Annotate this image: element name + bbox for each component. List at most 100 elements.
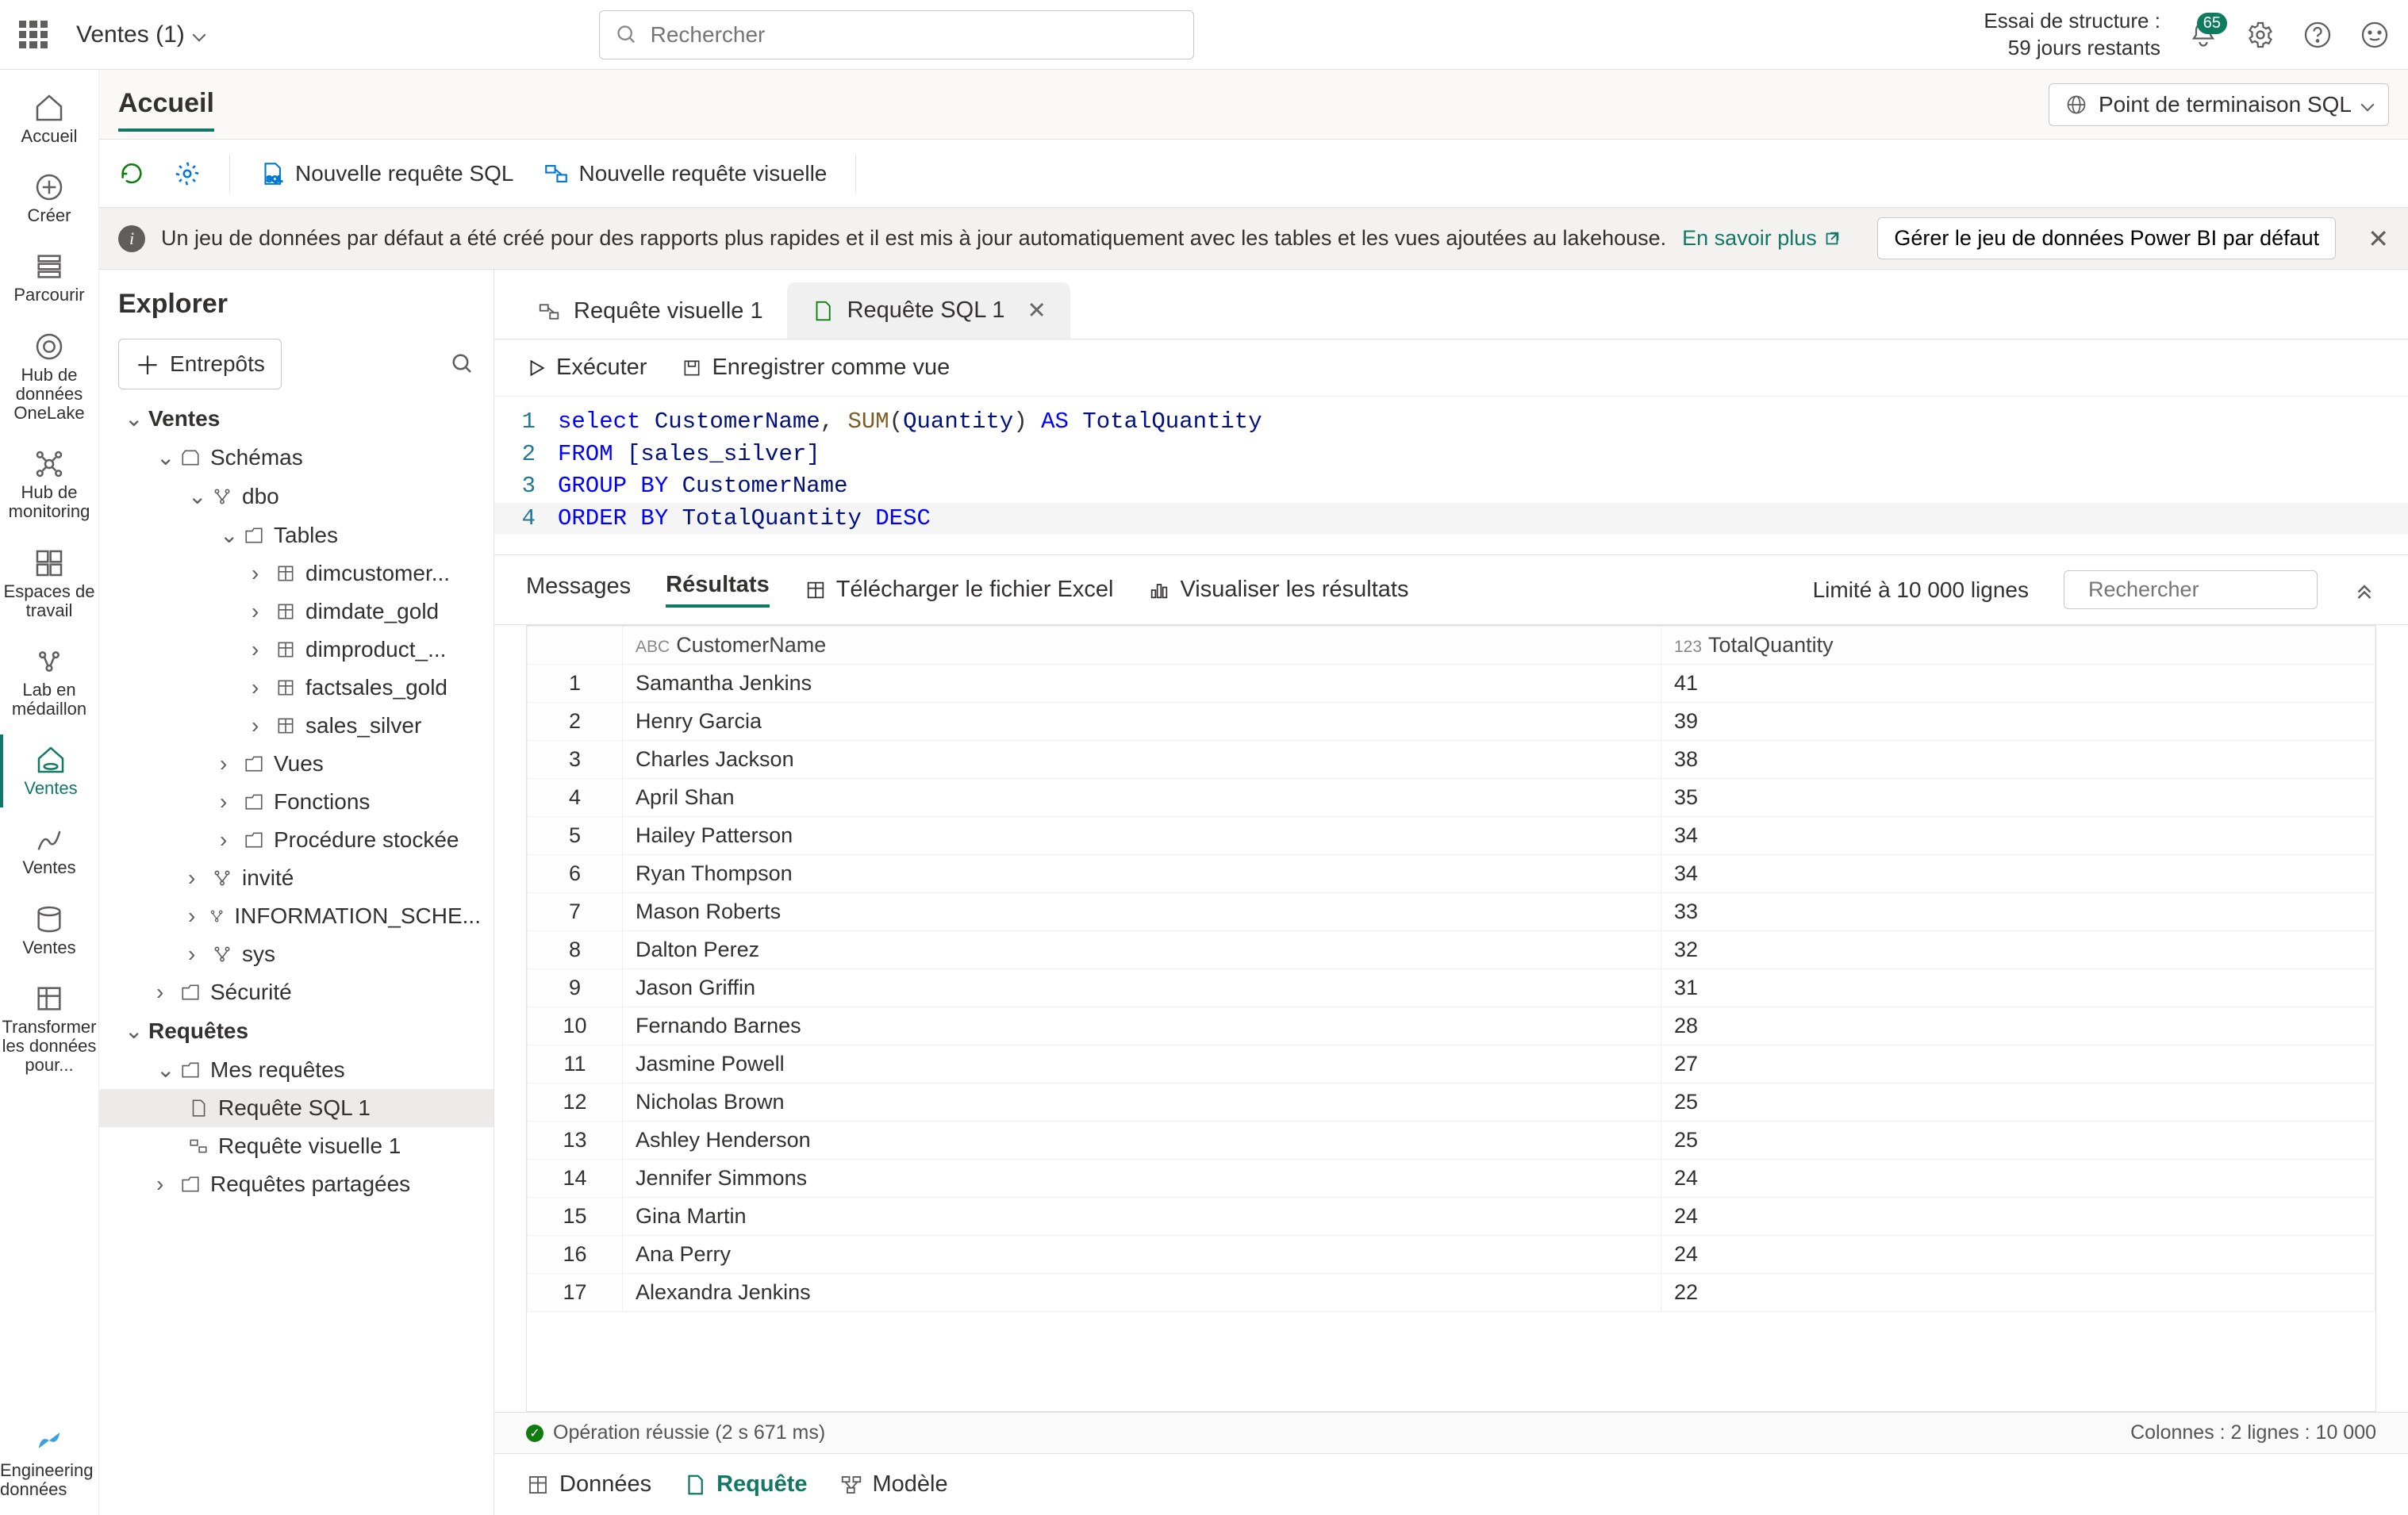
tree-functions[interactable]: ›Fonctions	[99, 783, 494, 821]
nav-home[interactable]: Accueil	[0, 82, 98, 155]
tree-schemas[interactable]: ⌄Schémas	[99, 438, 494, 477]
new-visual-query-button[interactable]: Nouvelle requête visuelle	[543, 160, 828, 187]
table-row[interactable]: 10Fernando Barnes28	[528, 1007, 2375, 1045]
tree-warehouse-ventes[interactable]: ⌄Ventes	[99, 399, 494, 438]
app-launcher-icon[interactable]	[19, 21, 48, 49]
download-excel-button[interactable]: Télécharger le fichier Excel	[805, 577, 1114, 603]
tree-queries[interactable]: ⌄Requêtes	[99, 1011, 494, 1050]
tree-table-dimproduct[interactable]: ›dimproduct_...	[99, 631, 494, 669]
tree-stored-procedures[interactable]: ›Procédure stockée	[99, 821, 494, 859]
table-row[interactable]: 5Hailey Patterson34	[528, 817, 2375, 855]
notifications-button[interactable]: 65	[2189, 21, 2218, 49]
nav-create[interactable]: Créer	[0, 162, 98, 235]
table-row[interactable]: 8Dalton Perez32	[528, 931, 2375, 969]
view-query-tab[interactable]: Requête	[683, 1465, 807, 1504]
dismiss-banner-button[interactable]: ✕	[2368, 224, 2389, 254]
global-search[interactable]	[599, 10, 1194, 59]
expand-results-icon[interactable]	[2352, 578, 2376, 602]
table-row[interactable]: 1Samantha Jenkins41	[528, 665, 2375, 703]
nav-ventes-lakehouse[interactable]: Ventes	[0, 734, 98, 807]
tree-schema-dbo[interactable]: ⌄dbo	[99, 477, 494, 516]
run-button[interactable]: Exécuter	[526, 355, 647, 381]
table-row[interactable]: 15Gina Martin24	[528, 1198, 2375, 1236]
table-row[interactable]: 3Charles Jackson38	[528, 741, 2375, 779]
explorer-search-icon[interactable]	[451, 352, 474, 376]
workspace-dropdown[interactable]: Ventes (1)	[76, 21, 204, 48]
help-button[interactable]	[2303, 21, 2332, 49]
nav-monitoring-hub[interactable]: Hub de monitoring	[0, 439, 98, 531]
nav-ventes-report[interactable]: Ventes	[0, 814, 98, 887]
results-search[interactable]	[2064, 570, 2318, 609]
divider	[229, 155, 230, 193]
table-row[interactable]: 14Jennifer Simmons24	[528, 1160, 2375, 1198]
sql-editor[interactable]: 1select CustomerName, SUM(Quantity) AS T…	[494, 397, 2408, 555]
tree-sql-query-1[interactable]: Requête SQL 1	[99, 1089, 494, 1127]
col-type-abc: ABC	[636, 638, 670, 656]
status-text: Opération réussie (2 s 671 ms)	[553, 1421, 825, 1444]
tab-visual-query-1[interactable]: Requête visuelle 1	[513, 284, 787, 339]
table-row[interactable]: 16Ana Perry24	[528, 1236, 2375, 1274]
table-row[interactable]: 4April Shan35	[528, 779, 2375, 817]
view-data-label: Données	[559, 1471, 651, 1498]
tree-table-dimcustomer[interactable]: ›dimcustomer...	[99, 554, 494, 593]
nav-medallion-lab[interactable]: Lab en médaillon	[0, 636, 98, 728]
persona-switcher[interactable]: Engineering données	[0, 1425, 98, 1499]
tree-security[interactable]: ›Sécurité	[99, 973, 494, 1011]
table-row[interactable]: 17Alexandra Jenkins22	[528, 1274, 2375, 1312]
tree-schema-information-schema[interactable]: ›INFORMATION_SCHE...	[99, 897, 494, 935]
run-label: Exécuter	[556, 355, 647, 381]
sql-endpoint-dropdown[interactable]: Point de terminaison SQL	[2049, 83, 2389, 126]
endpoint-label: Point de terminaison SQL	[2099, 92, 2352, 117]
results-search-input[interactable]	[2088, 577, 2369, 602]
tree-table-factsales[interactable]: ›factsales_gold	[99, 669, 494, 707]
visualize-results-button[interactable]: Visualiser les résultats	[1148, 577, 1408, 603]
nav-ventes-dataset[interactable]: Ventes	[0, 894, 98, 967]
table-row[interactable]: 6Ryan Thompson34	[528, 855, 2375, 893]
add-warehouse-button[interactable]: ＋ Entrepôts	[118, 339, 282, 389]
tab-sql-query-1[interactable]: Requête SQL 1 ✕	[787, 282, 1070, 339]
banner-text: Un jeu de données par défaut a été créé …	[161, 226, 1666, 251]
tree-shared-queries[interactable]: ›Requêtes partagées	[99, 1165, 494, 1203]
nav-browse[interactable]: Parcourir	[0, 241, 98, 314]
table-row[interactable]: 13Ashley Henderson25	[528, 1122, 2375, 1160]
nav-onelake-hub[interactable]: Hub de données OneLake	[0, 321, 98, 433]
tree-schema-sys[interactable]: ›sys	[99, 935, 494, 973]
info-banner: i Un jeu de données par défaut a été cré…	[99, 208, 2408, 270]
tree-views[interactable]: ›Vues	[99, 745, 494, 783]
nav-transform-data[interactable]: Transformer les données pour...	[0, 973, 98, 1085]
messages-tab[interactable]: Messages	[526, 573, 631, 606]
learn-more-label: En savoir plus	[1682, 226, 1817, 251]
results-grid[interactable]: ABCCustomerName 123TotalQuantity 1Samant…	[526, 625, 2376, 1412]
brand-label: Engineering données	[0, 1461, 98, 1499]
refresh-button[interactable]	[118, 160, 145, 187]
table-row[interactable]: 2Henry Garcia39	[528, 703, 2375, 741]
tree-table-sales-silver[interactable]: ›sales_silver	[99, 707, 494, 745]
tree-schema-guest[interactable]: ›invité	[99, 859, 494, 897]
table-row[interactable]: 9Jason Griffin31	[528, 969, 2375, 1007]
search-input[interactable]	[651, 22, 1177, 48]
table-row[interactable]: 7Mason Roberts33	[528, 893, 2375, 931]
row-limit-info: Limité à 10 000 lignes	[1813, 577, 2029, 603]
add-warehouse-label: Entrepôts	[170, 351, 265, 377]
table-row[interactable]: 12Nicholas Brown25	[528, 1084, 2375, 1122]
nav-workspaces[interactable]: Espaces de travail	[0, 538, 98, 630]
tree-visual-query-1[interactable]: Requête visuelle 1	[99, 1127, 494, 1165]
manage-dataset-button[interactable]: Gérer le jeu de données Power BI par déf…	[1877, 217, 2336, 259]
settings-button[interactable]	[2246, 21, 2275, 49]
view-data-tab[interactable]: Données	[526, 1465, 651, 1504]
settings-gear-button[interactable]	[174, 160, 201, 187]
tree-tables[interactable]: ⌄Tables	[99, 516, 494, 554]
save-as-view-button[interactable]: Enregistrer comme vue	[682, 355, 950, 381]
tree-table-dimdate[interactable]: ›dimdate_gold	[99, 593, 494, 631]
table-row[interactable]: 11Jasmine Powell27	[528, 1045, 2375, 1084]
feedback-button[interactable]	[2360, 21, 2389, 49]
new-sql-query-button[interactable]: SQL Nouvelle requête SQL	[259, 160, 514, 187]
learn-more-link[interactable]: En savoir plus	[1682, 226, 1841, 251]
nav-ventes2-label: Ventes	[22, 858, 75, 877]
results-tab[interactable]: Résultats	[666, 572, 770, 608]
tree-my-queries[interactable]: ⌄Mes requêtes	[99, 1050, 494, 1089]
page-title: Accueil	[118, 88, 214, 132]
trial-line2: 59 jours restants	[1984, 35, 2160, 62]
close-tab-button[interactable]: ✕	[1027, 297, 1046, 324]
view-model-tab[interactable]: Modèle	[839, 1465, 948, 1504]
